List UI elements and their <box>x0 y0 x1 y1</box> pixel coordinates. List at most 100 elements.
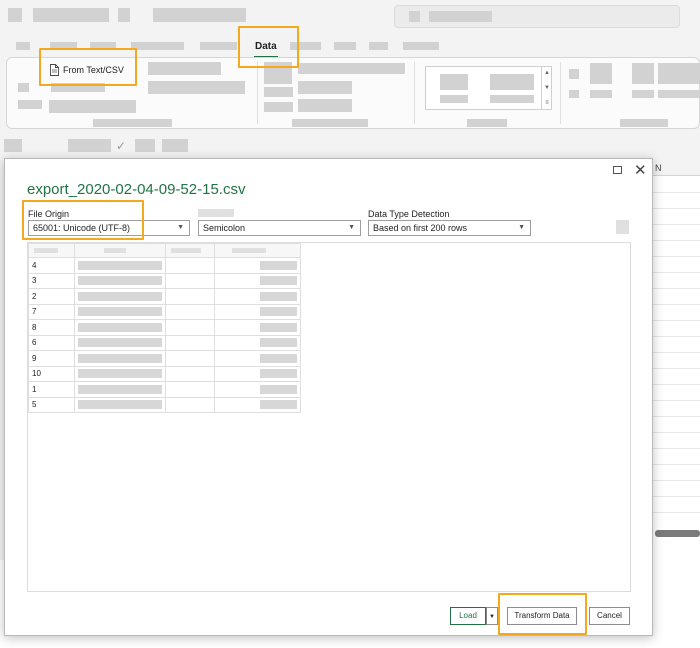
window-title-redacted <box>153 8 246 22</box>
ribbon-cmd-redacted-7[interactable] <box>264 87 293 97</box>
tab-data[interactable]: Data <box>255 41 277 52</box>
ribbon-large-btn-redacted[interactable] <box>264 62 292 84</box>
redacted-cell <box>74 272 166 289</box>
formula-controls-redacted[interactable] <box>68 139 111 152</box>
preview-row: 3 <box>28 272 301 289</box>
ribbon-cmd-redacted-3[interactable] <box>148 81 245 94</box>
ribbon-group-label-redacted-3 <box>467 119 507 127</box>
preview-row: 8 <box>28 319 301 336</box>
preview-table: 4 3 2 7 8 6 9 10 1 5 <box>28 243 301 413</box>
empty-cell <box>165 381 215 398</box>
row-id-cell: 1 <box>28 381 75 398</box>
qat-button-redacted[interactable] <box>118 8 130 22</box>
load-button[interactable]: Load <box>450 607 486 625</box>
ribbon-cmd-redacted-10[interactable] <box>298 99 352 112</box>
ribbon-cmd-redacted-11[interactable] <box>590 90 612 98</box>
row-id-cell: 3 <box>28 272 75 289</box>
ribbon-separator <box>414 62 415 124</box>
qat-redacted[interactable] <box>33 8 109 22</box>
ribbon-cmd-redacted-6[interactable] <box>298 63 405 74</box>
grid-line <box>652 400 700 401</box>
redacted-cell <box>74 381 166 398</box>
formula-btn-redacted[interactable] <box>162 139 188 152</box>
row-id-cell: 5 <box>28 396 75 413</box>
redacted-cell <box>214 303 301 320</box>
grid-line <box>652 256 700 257</box>
sheet-horizontal-scrollbar[interactable] <box>655 530 700 537</box>
ribbon-large-btn-redacted[interactable] <box>590 63 612 84</box>
ribbon-cmd-redacted-5[interactable] <box>49 100 136 113</box>
empty-cell <box>165 257 215 274</box>
tab-redacted-8[interactable] <box>369 42 388 50</box>
chevron-up-icon[interactable]: ▲ <box>544 70 550 76</box>
ribbon-separator <box>560 62 561 124</box>
tab-redacted-7[interactable] <box>334 42 356 50</box>
ribbon-cmd-redacted-9[interactable] <box>264 102 293 112</box>
gallery-scroll[interactable]: ▲ ▼ ≡ <box>541 66 552 110</box>
from-text-csv-label: From Text/CSV <box>63 65 124 75</box>
grid-line <box>652 320 700 321</box>
grid-line <box>652 448 700 449</box>
tab-redacted-2[interactable] <box>50 42 77 50</box>
load-dropdown-button[interactable]: ▼ <box>486 607 498 625</box>
delimiter-select[interactable]: Semicolon ▼ <box>198 220 361 236</box>
grid-line <box>652 336 700 337</box>
name-box-redacted[interactable] <box>4 139 22 152</box>
ribbon-cmd-redacted-2[interactable] <box>51 83 105 92</box>
redacted-cell <box>74 257 166 274</box>
grid-line <box>652 384 700 385</box>
delimiter-value: Semicolon <box>203 223 246 233</box>
ribbon-group-label-redacted-2 <box>292 119 368 127</box>
row-id-cell: 4 <box>28 257 75 274</box>
grid-line <box>652 224 700 225</box>
ribbon-cmd-redacted-1[interactable] <box>148 62 221 75</box>
tab-redacted-6[interactable] <box>290 42 321 50</box>
ribbon-cmd-redacted-8[interactable] <box>298 81 352 94</box>
row-id-cell: 6 <box>28 334 75 351</box>
search-placeholder-redacted <box>429 11 492 22</box>
empty-cell <box>165 272 215 289</box>
app-icon <box>8 8 22 22</box>
ribbon-cmd-icon-redacted[interactable] <box>569 90 579 98</box>
cancel-button[interactable]: Cancel <box>589 607 630 625</box>
worksheet[interactable] <box>652 160 700 580</box>
redacted-cell <box>214 381 301 398</box>
transform-data-button[interactable]: Transform Data <box>507 607 577 625</box>
ribbon-cmd-icon-redacted[interactable] <box>18 83 29 92</box>
ribbon-group-label-redacted-1 <box>93 119 172 127</box>
ribbon-cmd-redacted-13[interactable] <box>658 90 700 98</box>
grid-line <box>652 240 700 241</box>
refresh-icon[interactable] <box>616 220 629 234</box>
row-id-cell: 2 <box>28 288 75 305</box>
ribbon-cmd-icon-redacted[interactable] <box>569 69 579 79</box>
redacted-cell <box>74 288 166 305</box>
grid-line <box>652 432 700 433</box>
ribbon-large-btn-redacted[interactable] <box>632 63 654 84</box>
from-text-csv-button[interactable]: From Text/CSV <box>49 64 124 76</box>
tab-redacted-5[interactable] <box>200 42 237 50</box>
close-icon[interactable]: ✕ <box>634 161 647 179</box>
data-type-detection-select[interactable]: Based on first 200 rows ▼ <box>368 220 531 236</box>
ribbon-cmd-redacted-4[interactable] <box>18 100 42 109</box>
tab-redacted-3[interactable] <box>90 42 116 50</box>
check-icon[interactable]: ✓ <box>116 139 126 153</box>
gallery-item-redacted-2[interactable] <box>490 74 534 90</box>
tab-redacted-9[interactable] <box>403 42 439 50</box>
gallery-item-redacted-1[interactable] <box>440 74 468 90</box>
file-origin-select[interactable]: 65001: Unicode (UTF-8) ▼ <box>28 220 190 236</box>
delimiter-label-redacted <box>198 209 234 217</box>
redacted-cell <box>214 272 301 289</box>
header-cell <box>165 243 215 258</box>
grid-line <box>652 416 700 417</box>
more-icon[interactable]: ≡ <box>545 100 549 106</box>
tab-redacted-4[interactable] <box>131 42 184 50</box>
preview-row: 1 <box>28 381 301 398</box>
tab-redacted-1[interactable] <box>16 42 30 50</box>
preview-row: 9 <box>28 350 301 367</box>
ribbon-large-btn-redacted[interactable] <box>658 63 700 84</box>
ribbon-cmd-redacted-12[interactable] <box>632 90 654 98</box>
formula-btn-redacted[interactable] <box>135 139 155 152</box>
column-header[interactable]: N <box>652 160 700 176</box>
chevron-down-icon[interactable]: ▼ <box>544 85 550 91</box>
maximize-icon[interactable] <box>613 166 622 174</box>
